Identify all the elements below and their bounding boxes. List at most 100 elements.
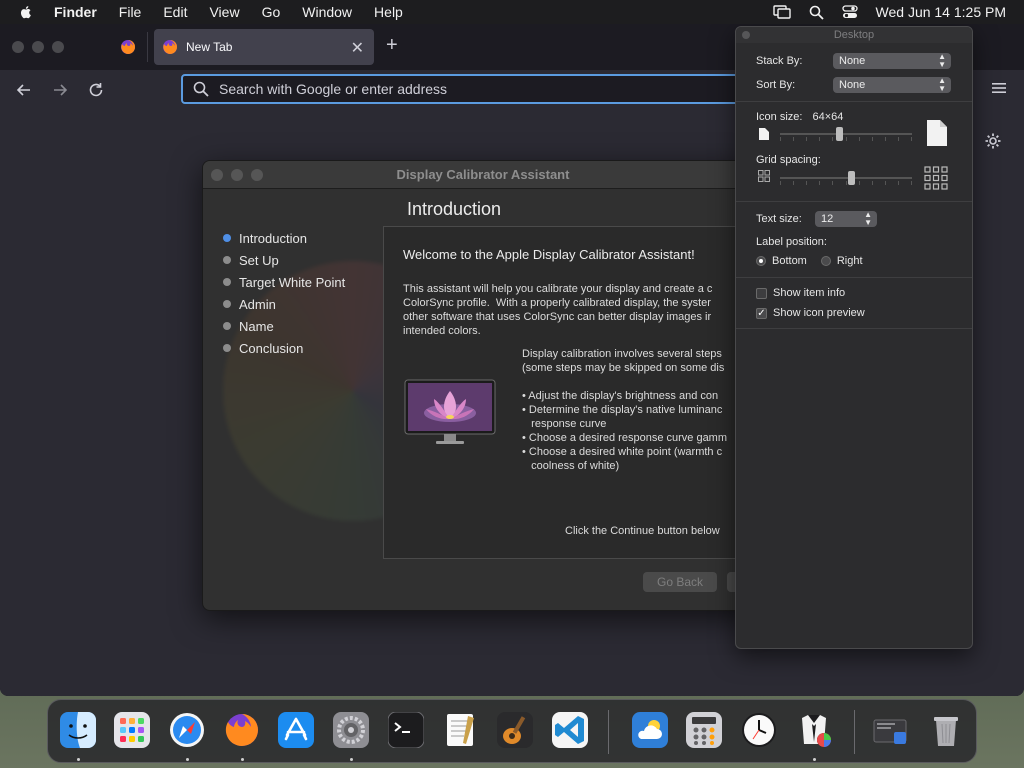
slider-tick [859,181,860,185]
icon-size-label: Icon size: [756,111,803,123]
stack-by-row: Stack By: [756,55,802,67]
safari-glyph [170,713,204,747]
calibrator-title: Display Calibrator Assistant [396,167,570,182]
sort-by-value: None [839,79,866,91]
calculator-icon[interactable] [682,708,726,752]
hamburger-menu-icon[interactable] [992,82,1006,94]
terminal-icon[interactable] [384,708,428,752]
step-dot-icon [223,322,231,330]
show-item-info-label: Show item info [773,287,846,299]
label-bottom-text: Bottom [772,255,807,267]
running-indicator-dot [813,758,816,761]
launchpad-icon[interactable] [110,708,154,752]
show-icon-preview-checkbox[interactable]: ✓ [756,307,767,319]
step-introduction: Introduction [223,227,345,249]
vscode-glyph [552,712,588,748]
step-dot-icon [223,256,231,264]
terminal-glyph [388,712,424,748]
grid-spacing-slider[interactable] [780,171,912,185]
pinned-tab[interactable] [108,32,148,62]
divider [736,201,972,202]
running-indicator-dot [241,758,244,761]
reload-icon[interactable] [86,80,106,100]
stack-by-select[interactable]: None ▲ ▼ [833,53,951,69]
go-back-button[interactable]: Go Back [643,572,717,592]
menu-edit[interactable]: Edit [163,4,187,20]
close-window-button[interactable] [12,41,24,53]
menu-bar-clock[interactable]: Wed Jun 14 1:25 PM [876,4,1006,20]
trash-icon[interactable] [924,708,968,752]
slider-tick [872,181,873,185]
screen-mirroring-icon[interactable] [772,5,791,19]
slider-tick [846,181,847,185]
divider [736,328,972,329]
safari-icon[interactable] [165,708,209,752]
slider-tick [911,137,912,141]
dock [47,699,977,763]
calibrator-minimize-button[interactable] [231,169,243,181]
step-target-white-point: Target White Point [223,271,345,293]
show-item-info-checkbox[interactable] [756,287,767,299]
menu-window[interactable]: Window [302,4,352,20]
slider-tick [885,181,886,185]
trash-glyph [934,717,958,746]
grid-spacing-slider-knob[interactable] [848,171,855,185]
menu-file[interactable]: File [119,4,142,20]
search-icon [193,81,209,97]
control-center-icon[interactable] [841,5,858,19]
label-bottom-radio[interactable] [756,256,766,266]
menu-help[interactable]: Help [374,4,403,20]
calibrator-zoom-button[interactable] [251,169,263,181]
text-size-row: Text size: [756,213,802,225]
step-label: Target White Point [239,274,346,290]
apple-logo-icon[interactable] [18,4,34,20]
slider-tick [859,137,860,141]
gear-icon[interactable] [984,132,1002,150]
slider-tick [898,181,899,185]
label-right-radio[interactable] [820,256,831,266]
slider-tick [806,181,807,185]
step-label: Introduction [239,230,307,246]
app-store-glyph [278,712,314,748]
system-settings-icon[interactable] [329,708,373,752]
back-arrow-icon[interactable] [14,80,34,100]
icon-size-slider-knob[interactable] [836,127,843,141]
view-options-close-button[interactable] [742,31,750,39]
firefox-icon[interactable] [220,708,264,752]
icon-size-slider[interactable] [780,127,912,141]
clock-icon[interactable] [737,708,781,752]
tab-new-tab[interactable]: New Tab ✕ [154,29,374,65]
menu-app-name[interactable]: Finder [54,4,97,20]
close-tab-icon[interactable]: ✕ [351,38,364,58]
forward-arrow-icon[interactable] [50,80,70,100]
address-bar[interactable]: Search with Google or enter address [181,74,781,104]
textedit-icon[interactable] [438,708,482,752]
step-active-dot-icon [223,234,231,242]
spotlight-search-icon[interactable] [809,5,824,20]
label-position-row: Label position: [756,236,827,248]
vscode-icon[interactable] [548,708,592,752]
menu-go[interactable]: Go [262,4,281,20]
slider-tick [846,137,847,141]
divider [736,277,972,278]
calibrator-close-button[interactable] [211,169,223,181]
step-label: Admin [239,296,276,312]
screenshot-stack-icon[interactable] [868,708,912,752]
zoom-window-button[interactable] [52,41,64,53]
running-indicator-dot [186,758,189,761]
new-tab-plus-icon[interactable]: + [386,34,398,57]
colorsync-icon[interactable] [792,708,836,752]
app-store-icon[interactable] [274,708,318,752]
grid-tight-icon [758,170,770,182]
minimize-window-button[interactable] [32,41,44,53]
menu-view[interactable]: View [209,4,239,20]
weather-glyph [632,712,668,748]
garageband-icon[interactable] [493,708,537,752]
sort-by-select[interactable]: None ▲ ▼ [833,77,951,93]
finder-icon[interactable] [56,708,100,752]
select-arrows-icon: ▲ ▼ [864,210,872,227]
weather-icon[interactable] [628,708,672,752]
slider-track [780,177,912,179]
running-indicator-dot [350,758,353,761]
text-size-select[interactable]: 12 ▲ ▼ [815,211,877,227]
